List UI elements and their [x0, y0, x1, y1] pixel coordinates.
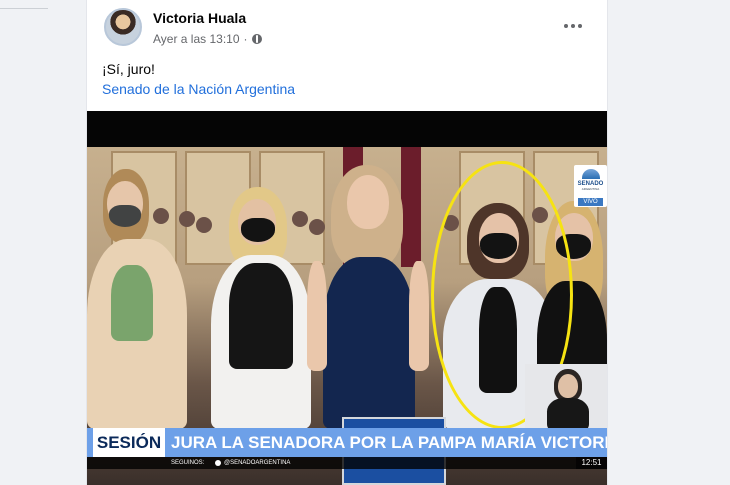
- left-arm: [307, 261, 327, 371]
- senado-seal-icon: [581, 169, 600, 179]
- post-video[interactable]: SENADO ARGENTINA VIVO SESIÓN JURA LA SEN…: [87, 111, 607, 485]
- post-timestamp[interactable]: Ayer a las 13:10: [153, 32, 240, 46]
- mask: [109, 205, 141, 227]
- senado-badge-subtitle: ARGENTINA: [581, 187, 600, 191]
- section-label: SESIÓN: [93, 428, 165, 457]
- post-link[interactable]: Senado de la Nación Argentina: [102, 81, 295, 97]
- mask: [241, 218, 275, 242]
- social-handle: @SENADOARGENTINA: [224, 460, 291, 466]
- sidebar-divider: [0, 8, 48, 9]
- post-meta: Ayer a las 13:10 ·: [153, 32, 262, 46]
- sign-language-interpreter: [525, 364, 607, 431]
- person-left: [87, 169, 191, 429]
- navy-dress: [323, 257, 415, 429]
- author-avatar[interactable]: [104, 8, 142, 46]
- person-speaker: [307, 165, 433, 429]
- follow-label: SEGUINOS:: [171, 460, 205, 466]
- meta-separator: ·: [243, 32, 248, 46]
- right-sidebar: [610, 0, 730, 485]
- bottom-info-strip: [87, 457, 607, 469]
- inner-top: [111, 265, 153, 341]
- dark-vest: [229, 263, 293, 369]
- live-tag: VIVO: [578, 198, 603, 206]
- more-dot: [571, 24, 575, 28]
- face: [347, 175, 389, 229]
- person-second: [205, 187, 315, 429]
- video-headline: JURA LA SENADORA POR LA PAMPA MARÍA VICT…: [171, 433, 607, 452]
- more-dot: [564, 24, 568, 28]
- facebook-post-card: Victoria Huala Ayer a las 13:10 · ¡Sí, j…: [86, 0, 608, 485]
- more-dot: [578, 24, 582, 28]
- author-name[interactable]: Victoria Huala: [153, 10, 246, 26]
- face: [558, 374, 578, 398]
- torso: [547, 398, 589, 431]
- video-top-bar: [87, 111, 607, 147]
- more-options-icon[interactable]: [561, 14, 585, 38]
- right-arm: [409, 261, 429, 371]
- globe-icon[interactable]: [251, 34, 262, 44]
- dot-icon: [215, 460, 221, 466]
- video-time: 12:51: [576, 457, 607, 469]
- post-text: ¡Sí, juro!: [102, 61, 155, 77]
- left-sidebar: [0, 0, 70, 485]
